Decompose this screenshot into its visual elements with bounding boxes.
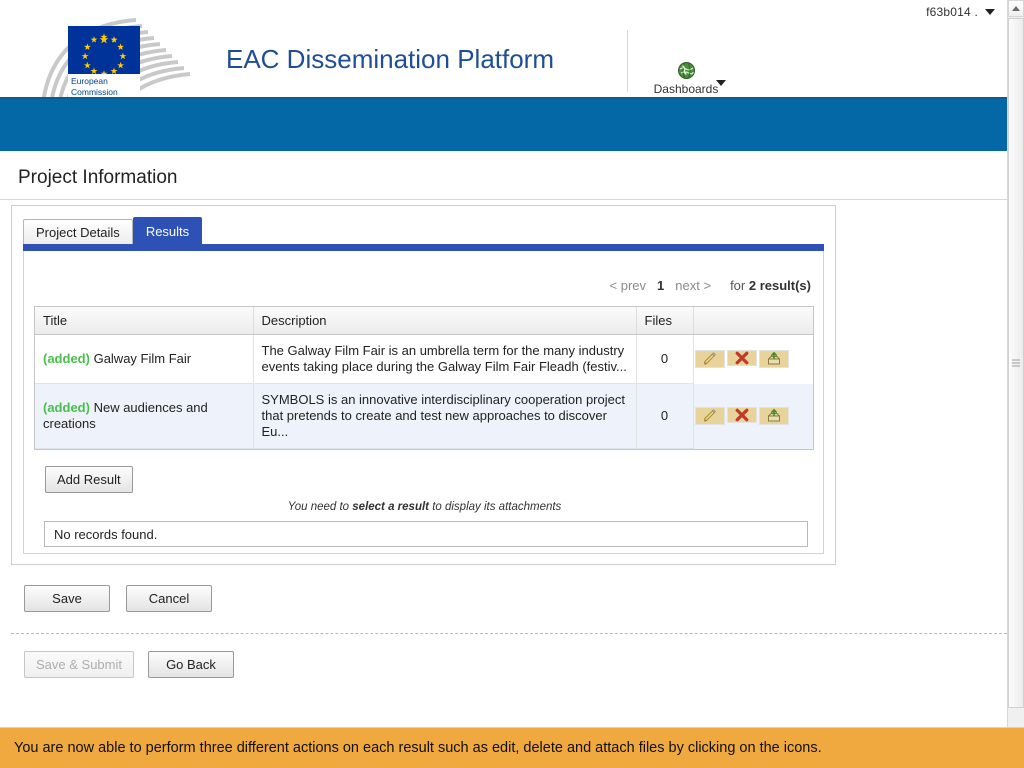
form-action-bar: Save Cancel [24,585,212,612]
brand-band [0,97,1007,151]
delete-icon [735,408,748,422]
save-and-submit-button[interactable]: Save & Submit [24,651,134,678]
pagination-result-count: 2 result(s) [748,278,811,293]
column-header-actions [693,307,813,335]
cell-title: (added) Galway Film Fair [35,334,254,384]
result-title: Galway Film Fair [93,351,192,366]
pagination-for-label: for [730,278,746,293]
chevron-down-icon[interactable] [985,9,995,16]
add-result-button[interactable]: Add Result [45,466,133,493]
tab-bar: Project Details Results [23,217,203,244]
pagination: < prev 1 next > for 2 result(s) [603,278,811,293]
results-table: Title Description Files (added) Galway F… [35,307,813,449]
scrollbar-grip-icon [1012,359,1020,367]
cell-description: The Galway Film Fair is an umbrella term… [253,334,637,384]
attachments-hint-bold: select a result [352,501,429,513]
submit-action-bar: Save & Submit Go Back [24,651,234,678]
pagination-current-page: 1 [657,278,665,293]
user-menu[interactable]: f63b014 . [926,4,995,19]
pagination-next[interactable]: next > [675,278,711,293]
header-divider [627,30,628,92]
edit-icon [703,409,716,422]
results-table-wrapper: Title Description Files (added) Galway F… [34,306,814,450]
tab-project-details[interactable]: Project Details [23,219,133,244]
section-title: Project Information [18,167,178,188]
attach-files-button[interactable] [758,350,789,369]
info-banner: You are now able to perform three differ… [0,727,1024,768]
table-header-row: Title Description Files [35,307,813,335]
table-row[interactable]: (added) Galway Film Fair The Galway Film… [35,334,813,384]
tab-strip [23,244,824,251]
page-scrollbar[interactable] [1007,0,1024,727]
chevron-up-icon [1012,6,1020,11]
cell-actions [693,334,813,384]
attach-files-button[interactable] [758,407,789,425]
pagination-prev[interactable]: < prev [610,278,647,293]
edit-result-button[interactable] [694,407,725,425]
dashboards-menu[interactable]: Dashboards [648,62,726,96]
results-tab-panel: < prev 1 next > for 2 result(s) Title Descr… [23,251,824,554]
cell-title: (added) New audiences and creations [35,383,254,449]
site-header: European Commission EAC Dissemination Pl… [0,18,1007,121]
ec-wordmark-line2: Commission [71,86,118,97]
scroll-up-button[interactable] [1008,0,1024,17]
cell-files-count: 0 [636,383,694,449]
user-name-label: f63b014 . [926,4,978,19]
project-panel: Project Details Results < prev 1 next > for… [11,205,836,565]
title-divider [0,199,1007,200]
scrollbar-thumb[interactable] [1008,18,1024,708]
edit-icon [703,352,716,365]
dashboards-label: Dashboards [653,82,719,96]
tab-results[interactable]: Results [132,217,203,244]
cell-description: SYMBOLS is an innovative interdisciplina… [253,383,637,449]
column-header-files[interactable]: Files [636,307,694,335]
ec-wordmark-line1: European [71,76,108,86]
footer-divider [11,633,1007,634]
save-button[interactable]: Save [24,585,110,612]
attachments-hint-suffix: to display its attachments [429,501,562,513]
chevron-down-icon[interactable] [716,80,726,86]
status-badge: (added) [43,400,90,415]
app-root: f63b014 . European Commission EAC Dissem… [0,0,1024,768]
attachments-hint-prefix: You need to [287,501,353,513]
attach-icon [767,409,780,422]
globe-icon [677,62,695,79]
eu-flag [68,26,140,74]
delete-result-button[interactable] [726,407,757,423]
delete-icon [735,351,748,365]
column-header-title[interactable]: Title [35,307,254,335]
attachments-empty-box: No records found. [44,521,808,547]
info-banner-text: You are now able to perform three differ… [14,740,822,756]
edit-result-button[interactable] [694,350,725,369]
cell-files-count: 0 [636,334,694,384]
table-row[interactable]: (added) New audiences and creations SYMB… [35,383,813,449]
column-header-description[interactable]: Description [253,307,637,335]
go-back-button[interactable]: Go Back [148,651,234,678]
attachments-hint: You need to select a result to display i… [24,501,825,513]
page-title: EAC Dissemination Platform [226,44,554,74]
delete-result-button[interactable] [726,350,757,367]
attach-icon [767,352,780,365]
status-badge: (added) [43,351,90,366]
cancel-button[interactable]: Cancel [126,585,212,612]
cell-actions [693,383,813,449]
